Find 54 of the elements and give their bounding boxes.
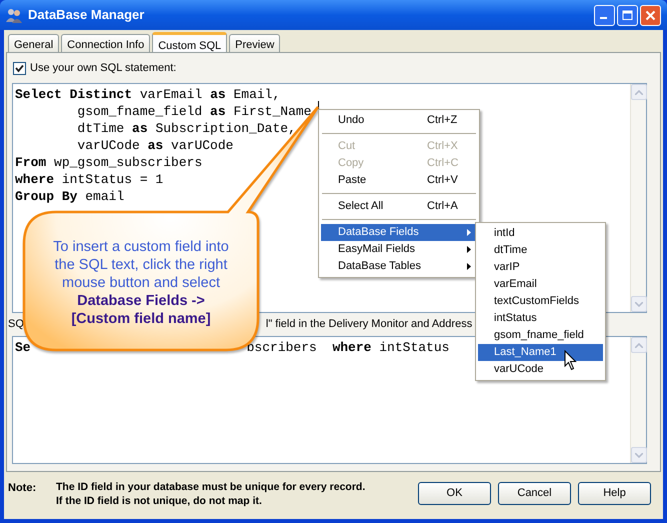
window-title: DataBase Manager	[28, 6, 144, 24]
menu-item[interactable]: DataBase Fields	[321, 224, 477, 241]
menu-item[interactable]: textCustomFields	[478, 293, 603, 310]
checkbox[interactable]	[13, 62, 26, 74]
code-line: Group By email	[15, 188, 124, 205]
tab[interactable]: Preview	[229, 34, 280, 52]
dialog-button[interactable]: Help	[578, 482, 651, 505]
close-button[interactable]	[640, 4, 661, 26]
callout-text: mouse button and select	[62, 274, 220, 292]
tab[interactable]: Connection Info	[61, 34, 150, 52]
note-text: If the ID field is not unique, do not map it.	[56, 494, 263, 508]
submenu-arrow-icon	[467, 263, 471, 270]
checkbox-label: Use your own SQL statement:	[30, 60, 176, 76]
tab[interactable]: Custom SQL	[152, 32, 228, 52]
code-text: Se	[15, 339, 31, 356]
pointer-icon	[564, 350, 577, 371]
minimize-icon	[600, 17, 606, 19]
menu-item[interactable]: Select All Ctrl+A	[321, 198, 477, 215]
menu-item[interactable]: EasyMail Fields	[321, 241, 477, 258]
code-text: bscribers where intStatus	[246, 339, 450, 356]
code-line: Select Distinct varEmail as Email,	[15, 86, 280, 103]
code-line: varUCode as varUCode	[76, 137, 234, 154]
callout-text: the SQL text, click the right	[54, 256, 228, 274]
people-icon	[6, 7, 22, 23]
code-line: From wp_gsom_subscribers	[15, 154, 202, 171]
menu-item[interactable]: DataBase Tables	[321, 258, 477, 275]
label-text: l" field in the Delivery Monitor and Address	[266, 317, 472, 332]
menu-item[interactable]: intStatus	[478, 310, 603, 327]
note-text: The ID field in your database must be unique for every record.	[56, 480, 366, 494]
submenu-arrow-icon	[467, 229, 471, 236]
callout-text: [Custom field name]	[71, 310, 211, 328]
note-label: Note:	[8, 481, 38, 496]
label-text: SQ	[8, 317, 24, 332]
menu-item[interactable]: varUCode	[478, 361, 603, 378]
maximize-button[interactable]	[617, 4, 638, 26]
minimize-button[interactable]	[594, 4, 615, 26]
menu-item[interactable]: varEmail	[478, 276, 603, 293]
close-icon	[645, 10, 656, 20]
dialog-button[interactable]: OK	[418, 482, 491, 505]
code-line: dtTime as Subscription_Date,	[76, 120, 296, 137]
menu-item[interactable]: Paste Ctrl+V	[321, 172, 477, 189]
tab[interactable]: General	[8, 34, 60, 52]
submenu-arrow-icon	[467, 246, 471, 253]
code-line: where intStatus = 1	[15, 171, 164, 188]
maximize-icon	[622, 10, 633, 20]
code-line: gsom_fname_field as First_Name	[76, 103, 312, 120]
menu-item[interactable]: Undo Ctrl+Z	[321, 112, 477, 129]
menu-item[interactable]: Last_Name1	[478, 344, 603, 361]
menu-item[interactable]: varIP	[478, 259, 603, 276]
dialog-button[interactable]: Cancel	[498, 482, 571, 505]
callout-text: To insert a custom field into	[53, 238, 229, 256]
callout-text: Database Fields ->	[77, 292, 205, 310]
menu-item[interactable]: intId	[478, 225, 603, 242]
menu-item[interactable]: dtTime	[478, 242, 603, 259]
